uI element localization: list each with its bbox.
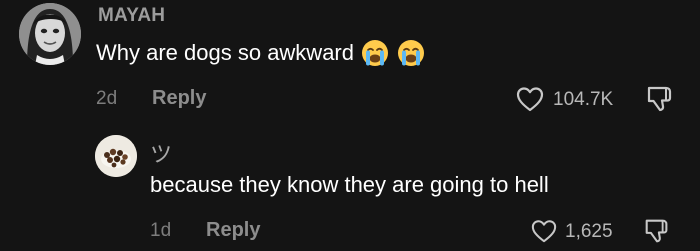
reply-dislike-button[interactable] <box>642 216 672 246</box>
reply-like-count: 1,625 <box>565 221 613 242</box>
reply-avatar[interactable] <box>95 135 137 177</box>
reply-text: because they know they are going to hell <box>150 172 549 197</box>
like-count: 104.7K <box>553 89 614 110</box>
comment-age: 2d <box>96 88 118 109</box>
heart-icon <box>516 87 544 112</box>
comment-username[interactable]: MAYAH <box>98 5 165 27</box>
reply-button[interactable]: Reply <box>152 87 206 110</box>
like-button[interactable] <box>515 85 545 113</box>
thumbs-down-icon <box>645 219 668 243</box>
reply-username[interactable]: ツ <box>150 137 172 169</box>
avatar-image <box>19 3 81 65</box>
reply-reply-button[interactable]: Reply <box>206 219 260 242</box>
thumbs-down-icon <box>647 86 672 112</box>
loudly-crying-face-icon <box>396 38 426 68</box>
reply-avatar-image <box>95 135 137 177</box>
comment-body: Why are dogs so awkward <box>96 38 426 68</box>
comment-text: Why are dogs so awkward <box>96 40 354 65</box>
dislike-button[interactable] <box>644 83 676 115</box>
heart-icon <box>531 220 557 243</box>
loudly-crying-face-icon <box>360 38 390 68</box>
reply-like-button[interactable] <box>530 218 558 244</box>
avatar[interactable] <box>19 3 81 65</box>
reply-age: 1d <box>150 220 172 241</box>
